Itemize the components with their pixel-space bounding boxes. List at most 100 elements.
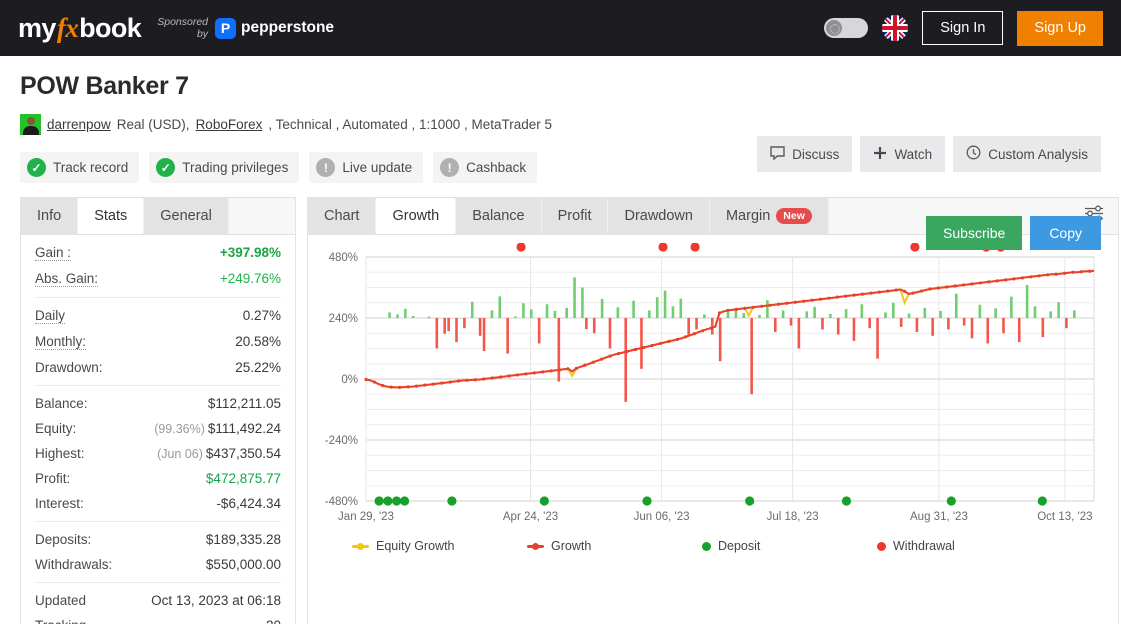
trade-bar (573, 277, 576, 318)
series-point (886, 289, 890, 293)
united-kingdom-flag-icon[interactable] (882, 15, 909, 41)
trade-bar (1057, 302, 1060, 318)
account-meta-row: darrenpow Real (USD), RoboForex , Techni… (20, 114, 1101, 135)
trade-bar (388, 312, 391, 318)
series-point (448, 380, 452, 384)
growth-chart[interactable]: 480% 240% 0% -240% -480% Jan 29, '23 Apr 24, '… (308, 235, 1118, 563)
tab-stats[interactable]: Stats (78, 198, 145, 234)
trade-bar (455, 318, 458, 343)
series-point (970, 282, 974, 286)
trade-bar (557, 318, 561, 382)
trade-bar (396, 314, 399, 318)
series-point (810, 298, 814, 302)
stat-label: Balance: (35, 396, 88, 411)
deposit-marker (374, 496, 384, 506)
legend-label: Equity Growth (376, 539, 455, 553)
status-badge-trading-privileges[interactable]: ✓ Trading privileges (149, 152, 300, 183)
stat-row-interest: Interest: -$6,424.34 (35, 491, 281, 516)
trade-bar (1041, 318, 1045, 338)
logo-text-book: book (79, 12, 142, 43)
custom-analysis-button[interactable]: Custom Analysis (953, 136, 1101, 172)
series-point (473, 378, 478, 382)
stat-row-deposits: Deposits: $189,335.28 (35, 527, 281, 552)
legend-item-deposit[interactable]: Deposit (702, 539, 877, 553)
series-point (911, 291, 915, 295)
tab-profit[interactable]: Profit (541, 198, 609, 234)
trade-bar (805, 311, 809, 318)
stat-label[interactable]: Gain : (35, 245, 72, 261)
badge-label: Trading privileges (182, 160, 289, 175)
series-point (709, 326, 713, 330)
myfxbook-logo[interactable]: my fx book (18, 12, 142, 44)
trade-bar (923, 307, 927, 318)
pepperstone-logo[interactable]: P pepperstone (215, 17, 334, 39)
stat-label[interactable]: Abs. Gain: (35, 271, 99, 287)
stat-label[interactable]: Daily (35, 308, 66, 324)
stat-row-highest: Highest: (Jun 06) $437,350.54 (35, 441, 281, 466)
series-point (827, 296, 831, 300)
tab-chart[interactable]: Chart (308, 198, 377, 234)
tabstrip-filler (228, 198, 295, 234)
pepperstone-mark-icon: P (215, 17, 237, 39)
status-badge-live-update[interactable]: ! Live update (309, 152, 424, 183)
tab-label: Balance (472, 208, 525, 224)
trade-bar (514, 316, 517, 318)
legend-item-withdrawal[interactable]: Withdrawal (877, 539, 1052, 553)
deposit-marker (447, 496, 457, 506)
sponsor-block[interactable]: Sponsored by P pepperstone (157, 16, 334, 40)
series-point (600, 357, 604, 361)
tab-balance[interactable]: Balance (456, 198, 542, 234)
trade-bar (781, 310, 785, 318)
tab-margin[interactable]: Margin New (709, 198, 829, 234)
series-point (541, 370, 545, 374)
series-point (1046, 273, 1050, 277)
trade-bar (726, 311, 730, 318)
trade-bar (710, 318, 714, 335)
series-point (802, 299, 806, 303)
series-point (1079, 270, 1083, 274)
sign-in-button[interactable]: Sign In (922, 11, 1004, 45)
legend-item-growth[interactable]: Growth (527, 539, 702, 553)
subscribe-button[interactable]: Subscribe (926, 216, 1023, 250)
discuss-button[interactable]: Discuss (757, 136, 853, 172)
status-badge-track-record[interactable]: ✓ Track record (20, 152, 140, 183)
series-point (456, 379, 461, 383)
status-badge-cashback[interactable]: ! Cashback (433, 152, 538, 183)
stat-value-wrap: -$6,424.34 (216, 496, 281, 511)
logo-text-fx: fx (56, 12, 79, 43)
trade-bar (962, 318, 966, 326)
series-point (785, 301, 789, 305)
tab-label: Info (37, 208, 62, 224)
stat-row-monthly: Monthly: 20.58% (35, 329, 281, 355)
legend-item-equity-growth[interactable]: Equity Growth (352, 539, 527, 553)
stats-divider (35, 582, 281, 583)
x-axis-tick-label: Jul 18, '23 (767, 511, 819, 523)
broker-link[interactable]: RoboForex (196, 117, 263, 132)
trade-bar (773, 318, 777, 332)
watch-button[interactable]: Watch (860, 136, 946, 172)
trade-bar (829, 313, 832, 318)
trade-bar (884, 312, 887, 318)
account-details-text: , Technical , Automated , 1:1000 , MetaT… (268, 117, 553, 132)
trade-bar (876, 318, 879, 359)
stat-value-wrap: $112,211.05 (208, 396, 281, 411)
tab-info[interactable]: Info (21, 198, 79, 234)
stat-label: Equity: (35, 421, 77, 436)
trade-bar (994, 308, 997, 318)
copy-button[interactable]: Copy (1030, 216, 1101, 250)
deposit-marker (391, 496, 402, 506)
legend-dot-marker (702, 541, 711, 551)
tab-drawdown[interactable]: Drawdown (608, 198, 710, 234)
sign-up-button[interactable]: Sign Up (1017, 10, 1103, 46)
tab-growth[interactable]: Growth (376, 198, 457, 234)
new-badge: New (776, 207, 812, 224)
tab-general[interactable]: General (144, 198, 229, 234)
dark-mode-toggle[interactable] (824, 18, 869, 38)
series-point (734, 307, 738, 311)
trade-bar (648, 310, 651, 318)
series-point (440, 381, 444, 385)
username-link[interactable]: darrenpow (47, 117, 111, 132)
user-avatar[interactable] (20, 114, 41, 135)
info-stats-panel: Info Stats General Gain : +397.98% Abs. Gain… (20, 197, 296, 624)
stat-label[interactable]: Monthly: (35, 334, 87, 350)
